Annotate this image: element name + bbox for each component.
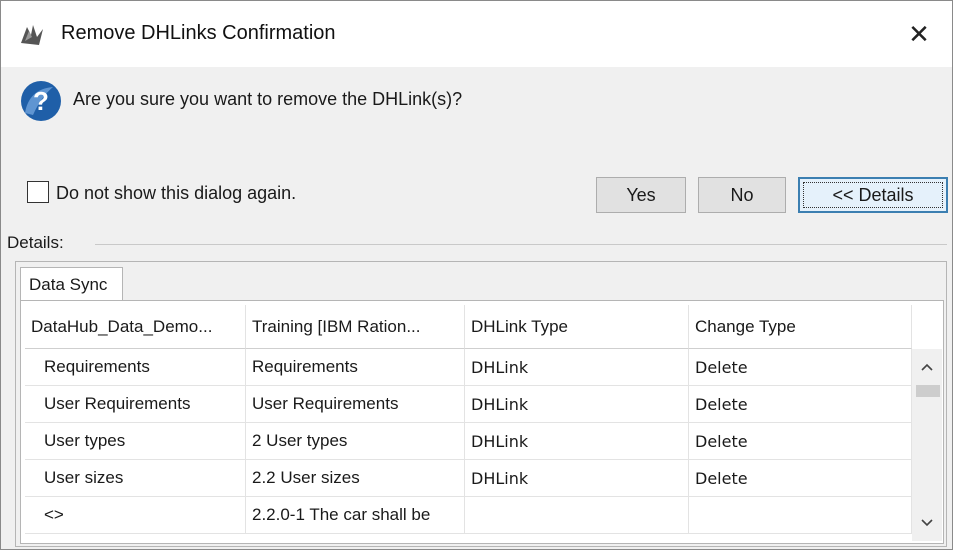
table-header-row: DataHub_Data_Demo... Training [IBM Ratio…	[25, 305, 912, 349]
table-row[interactable]: User types 2 User types DHLink Delete	[25, 423, 912, 460]
dont-show-again-checkbox[interactable]	[27, 181, 49, 203]
dont-show-again-label[interactable]: Do not show this dialog again.	[56, 183, 296, 204]
table-cell: Delete	[689, 349, 912, 386]
table-cell: Delete	[689, 386, 912, 423]
table-cell	[465, 497, 689, 534]
table-cell: DHLink	[465, 460, 689, 497]
table-cell: Delete	[689, 460, 912, 497]
title-bar: Remove DHLinks Confirmation ✕	[1, 1, 952, 67]
yes-button[interactable]: Yes	[596, 177, 686, 213]
table-cell: Requirements	[25, 349, 246, 386]
tab-label: Data Sync	[29, 274, 108, 294]
details-table: DataHub_Data_Demo... Training [IBM Ratio…	[25, 305, 912, 541]
column-header[interactable]: DHLink Type	[465, 305, 689, 349]
details-toggle-button[interactable]: << Details	[798, 177, 948, 213]
question-icon: ?	[21, 81, 61, 121]
close-button[interactable]: ✕	[886, 1, 952, 67]
column-header[interactable]: Change Type	[689, 305, 912, 349]
table-row[interactable]: Requirements Requirements DHLink Delete	[25, 349, 912, 386]
vertical-scrollbar[interactable]	[912, 349, 942, 541]
table-cell: 2 User types	[246, 423, 465, 460]
chevron-down-icon	[921, 519, 933, 527]
table-cell: 2.2.0-1 The car shall be	[246, 497, 465, 534]
scroll-corner	[912, 305, 942, 349]
table-row[interactable]: User Requirements User Requirements DHLi…	[25, 386, 912, 423]
table-cell: 2.2 User sizes	[246, 460, 465, 497]
details-divider	[95, 244, 947, 245]
table-cell	[689, 497, 912, 534]
confirmation-message: Are you sure you want to remove the DHLi…	[73, 89, 463, 109]
close-icon: ✕	[908, 18, 930, 49]
scroll-down-button[interactable]	[912, 505, 942, 541]
table-row[interactable]: <> 2.2.0-1 The car shall be	[25, 497, 912, 534]
confirmation-dialog: Remove DHLinks Confirmation ✕ ? Are you …	[0, 0, 953, 550]
table-cell: User Requirements	[246, 386, 465, 423]
scroll-thumb[interactable]	[916, 385, 940, 397]
column-header[interactable]: Training [IBM Ration...	[246, 305, 465, 349]
table-cell: DHLink	[465, 423, 689, 460]
table-cell: DHLink	[465, 386, 689, 423]
table-cell: <>	[25, 497, 246, 534]
table-cell: User Requirements	[25, 386, 246, 423]
table-cell: Requirements	[246, 349, 465, 386]
table-cell: User sizes	[25, 460, 246, 497]
window-title: Remove DHLinks Confirmation	[61, 22, 336, 44]
table-cell: User types	[25, 423, 246, 460]
table-cell: DHLink	[465, 349, 689, 386]
scroll-up-button[interactable]	[912, 349, 942, 385]
table-row[interactable]: User sizes 2.2 User sizes DHLink Delete	[25, 460, 912, 497]
details-section-label: Details:	[7, 233, 68, 253]
no-button[interactable]: No	[698, 177, 786, 213]
column-header[interactable]: DataHub_Data_Demo...	[25, 305, 246, 349]
app-icon	[21, 25, 43, 45]
svg-text:?: ?	[33, 86, 49, 116]
chevron-up-icon	[921, 363, 933, 371]
table-cell: Delete	[689, 423, 912, 460]
tab-data-sync[interactable]: Data Sync	[20, 267, 123, 301]
